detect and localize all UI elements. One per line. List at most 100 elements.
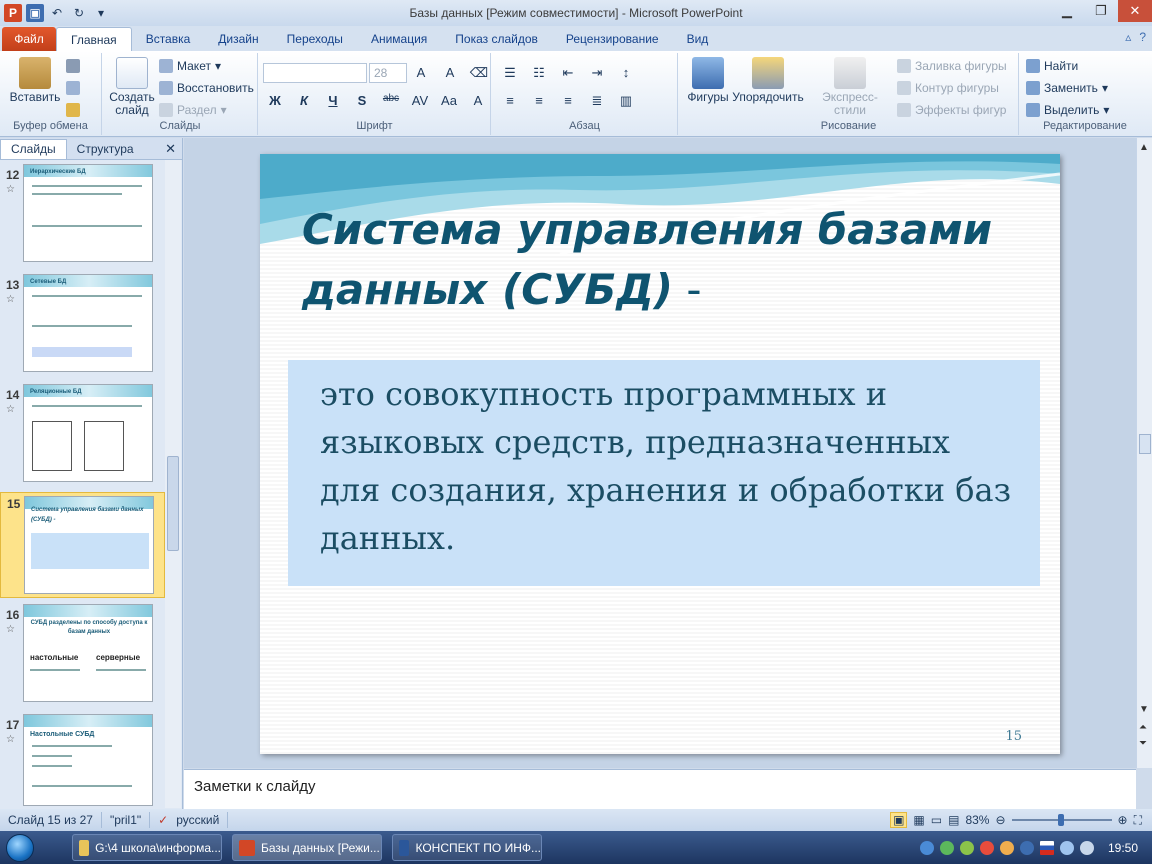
columns-icon[interactable]: ▥ xyxy=(616,93,636,109)
slide-thumbnail-15[interactable]: 15 Система управления базами данных (СУБ… xyxy=(0,492,165,598)
find-button[interactable]: Найти xyxy=(1026,59,1078,73)
slide-scrollbar[interactable]: ▲ ▼ ⏶ ⏷ xyxy=(1136,138,1152,768)
restore-icon[interactable]: ❐ xyxy=(1084,0,1118,22)
font-size-field[interactable]: 28 xyxy=(369,63,407,83)
grow-font-icon[interactable]: A xyxy=(411,65,431,81)
taskbar-item-explorer[interactable]: G:\4 школа\информа... xyxy=(72,834,222,861)
taskbar-item-word[interactable]: КОНСПЕКТ ПО ИНФ... xyxy=(392,834,542,861)
strike-button[interactable]: abc xyxy=(381,93,401,108)
help-icon[interactable]: ? xyxy=(1139,30,1146,44)
notes-pane[interactable]: Заметки к слайду xyxy=(184,769,1136,809)
tab-home[interactable]: Главная xyxy=(56,27,132,51)
change-case-icon[interactable]: Aa xyxy=(439,93,459,108)
tab-insert[interactable]: Вставка xyxy=(132,27,205,51)
tab-review[interactable]: Рецензирование xyxy=(552,27,673,51)
slide-content-box[interactable]: это совокупность программных и языковых … xyxy=(288,360,1040,586)
slide-thumbnail-14[interactable]: 14 ☆ Реляционные БД xyxy=(0,384,165,488)
paste-button[interactable]: Вставить xyxy=(6,57,64,104)
save-icon[interactable]: ▣ xyxy=(26,4,44,22)
shape-outline-button[interactable]: Контур фигуры xyxy=(897,81,999,95)
fit-to-window-icon[interactable]: ⛶ xyxy=(1134,813,1142,828)
shadow-button[interactable]: S xyxy=(352,93,372,108)
taskbar-item-powerpoint[interactable]: Базы данных [Режи... xyxy=(232,834,382,861)
align-center-icon[interactable]: ≡ xyxy=(529,93,549,109)
spacing-icon[interactable]: AV xyxy=(410,93,430,108)
align-left-icon[interactable]: ≡ xyxy=(500,93,520,109)
next-slide-icon[interactable]: ⏷ xyxy=(1139,738,1147,749)
new-slide-button[interactable]: Создать слайд xyxy=(107,57,157,117)
layout-button[interactable]: Макет ▾ xyxy=(159,59,221,73)
reading-view-icon[interactable]: ▭ xyxy=(931,813,942,827)
scroll-up-icon[interactable]: ▲ xyxy=(1139,142,1149,153)
tray-icon-3[interactable] xyxy=(959,840,974,855)
zoom-level[interactable]: 83% xyxy=(965,813,989,827)
numbering-icon[interactable]: ☷ xyxy=(529,65,549,81)
tab-view[interactable]: Вид xyxy=(673,27,723,51)
shape-fill-button[interactable]: Заливка фигуры xyxy=(897,59,1007,73)
quick-styles-button[interactable]: Экспресс-стили xyxy=(807,57,893,117)
tab-slideshow[interactable]: Показ слайдов xyxy=(441,27,552,51)
clock[interactable]: 19:50 xyxy=(1108,841,1138,855)
copy-icon[interactable] xyxy=(66,81,80,95)
start-button[interactable] xyxy=(0,831,40,864)
underline-button[interactable]: Ч xyxy=(323,93,343,108)
network-icon[interactable] xyxy=(1059,840,1074,855)
normal-view-icon[interactable]: ▣ xyxy=(890,812,908,828)
current-slide[interactable]: Система управления базами данных (СУБД) … xyxy=(260,154,1060,754)
slide-thumbnail-12[interactable]: 12 ☆ Иерархические БД xyxy=(0,164,165,268)
tab-design[interactable]: Дизайн xyxy=(204,27,272,51)
customize-dropdown-icon[interactable]: ▾ xyxy=(92,4,110,22)
cut-icon[interactable] xyxy=(66,59,80,73)
slide-title[interactable]: Система управления базами данных (СУБД) … xyxy=(302,200,1042,320)
language[interactable]: русский xyxy=(176,813,219,827)
line-spacing-icon[interactable]: ↕ xyxy=(616,65,636,81)
slide-sorter-icon[interactable]: ▦ xyxy=(913,813,924,827)
tray-icon-2[interactable] xyxy=(939,840,954,855)
decrease-indent-icon[interactable]: ⇤ xyxy=(558,65,578,81)
close-icon[interactable]: ✕ xyxy=(1118,0,1152,22)
close-pane-icon[interactable]: ✕ xyxy=(165,141,176,157)
italic-button[interactable]: К xyxy=(294,93,314,108)
slideshow-icon[interactable]: ▤ xyxy=(948,813,959,827)
justify-icon[interactable]: ≣ xyxy=(587,93,607,109)
thumbnails-scrollbar[interactable] xyxy=(165,160,181,808)
tray-icon-5[interactable] xyxy=(999,840,1014,855)
shape-effects-button[interactable]: Эффекты фигур xyxy=(897,103,1006,117)
arrange-button[interactable]: Упорядочить xyxy=(731,57,805,104)
redo-icon[interactable]: ↻ xyxy=(70,4,88,22)
zoom-in-icon[interactable]: ⊕ xyxy=(1118,813,1128,827)
zoom-out-icon[interactable]: ⊖ xyxy=(995,813,1005,827)
clear-format-icon[interactable]: ⌫ xyxy=(469,65,489,81)
minimize-ribbon-icon[interactable]: ▵ xyxy=(1125,30,1131,44)
zoom-knob[interactable] xyxy=(1057,814,1064,826)
shapes-button[interactable]: Фигуры xyxy=(685,57,731,104)
undo-icon[interactable]: ↶ xyxy=(48,4,66,22)
scroll-thumb[interactable] xyxy=(1139,434,1151,454)
increase-indent-icon[interactable]: ⇥ xyxy=(587,65,607,81)
minimize-icon[interactable]: ▁ xyxy=(1050,0,1084,22)
format-painter-icon[interactable] xyxy=(66,103,80,117)
tab-slides[interactable]: Слайды xyxy=(0,138,67,159)
powerpoint-logo-icon[interactable]: P xyxy=(4,4,22,22)
replace-button[interactable]: Заменить ▾ xyxy=(1026,81,1108,95)
font-color-icon[interactable]: A xyxy=(468,93,488,108)
previous-slide-icon[interactable]: ⏶ xyxy=(1139,722,1147,733)
tray-icon-4[interactable] xyxy=(979,840,994,855)
font-name-field[interactable] xyxy=(263,63,367,83)
tab-file[interactable]: Файл xyxy=(2,27,56,51)
bold-button[interactable]: Ж xyxy=(265,93,285,108)
select-button[interactable]: Выделить ▾ xyxy=(1026,103,1109,117)
slide-thumbnail-17[interactable]: 17 ☆ Настольные СУБД xyxy=(0,714,165,808)
tab-animation[interactable]: Анимация xyxy=(357,27,441,51)
volume-icon[interactable] xyxy=(1079,840,1094,855)
section-button[interactable]: Раздел ▾ xyxy=(159,103,227,117)
tray-icon-1[interactable] xyxy=(919,840,934,855)
language-flag-icon[interactable] xyxy=(1039,840,1054,855)
bullets-icon[interactable]: ☰ xyxy=(500,65,520,81)
tab-outline[interactable]: Структура xyxy=(67,139,144,159)
slide-thumbnail-13[interactable]: 13 ☆ Сетевые БД xyxy=(0,274,165,378)
tab-transitions[interactable]: Переходы xyxy=(273,27,357,51)
tray-icon-6[interactable] xyxy=(1019,840,1034,855)
reset-button[interactable]: Восстановить xyxy=(159,81,254,95)
scroll-down-icon[interactable]: ▼ xyxy=(1139,704,1149,715)
